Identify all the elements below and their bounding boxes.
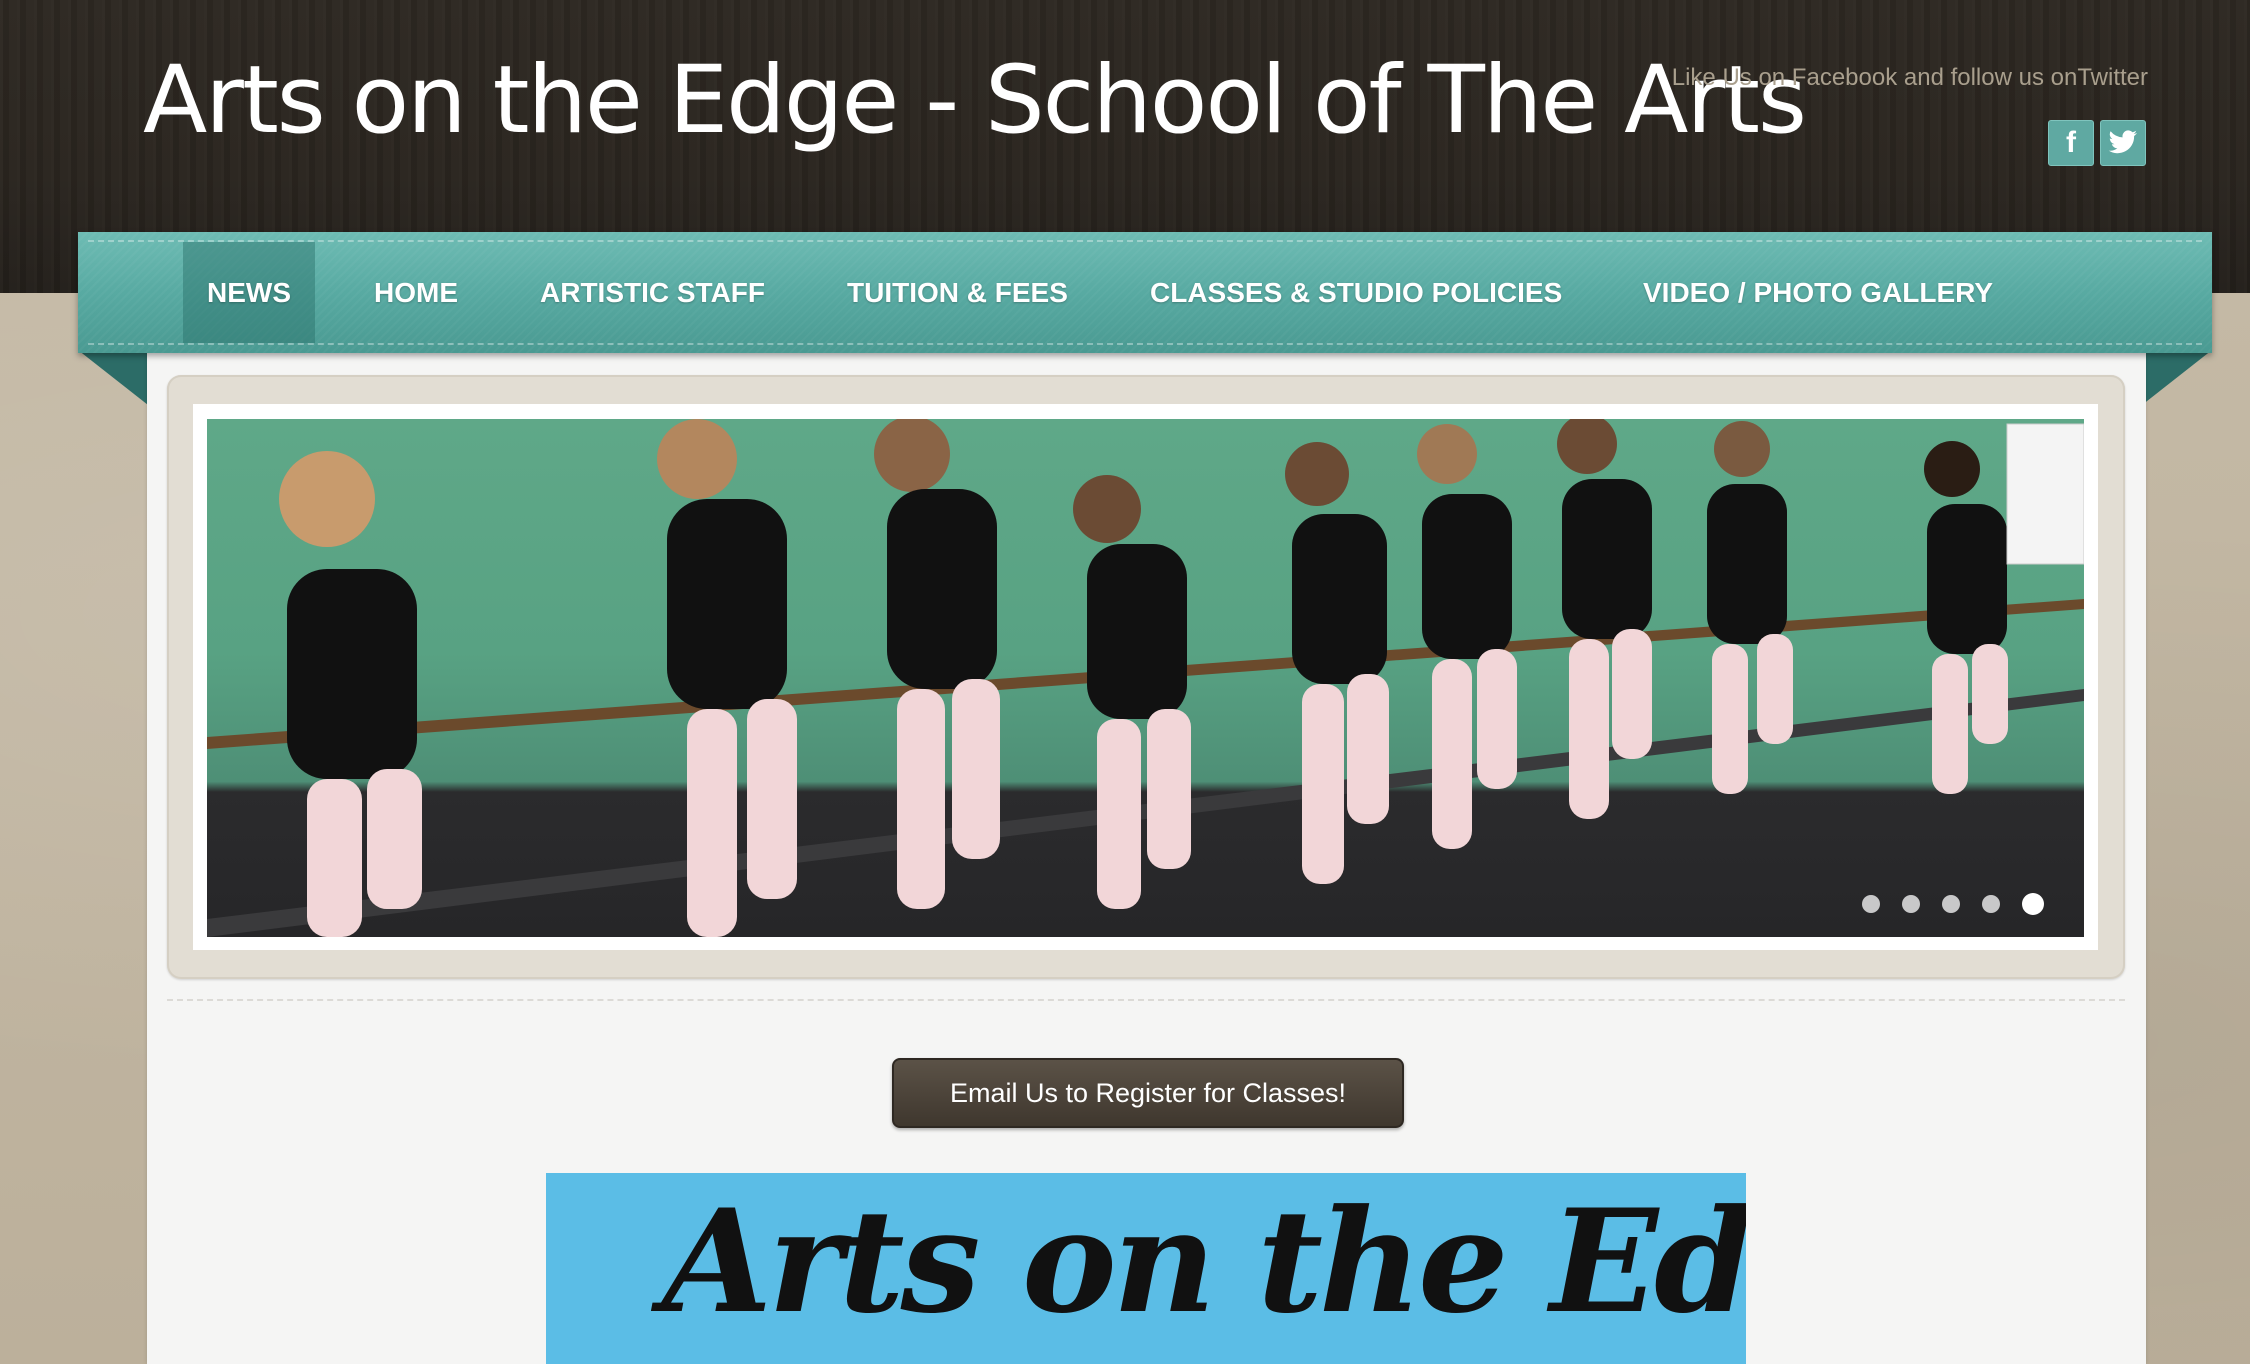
main-nav: NEWS HOME ARTISTIC STAFF TUITION & FEES … [78,232,2212,353]
nav-item-tuition-fees[interactable]: TUITION & FEES [847,232,1068,353]
social-follow-text: Like Us on Facebook and follow us onTwit… [1671,64,2148,91]
slider-dot-4[interactable] [1982,895,2000,913]
slider-dot-1[interactable] [1862,895,1880,913]
facebook-icon[interactable]: f [2048,120,2094,166]
site-title[interactable]: Arts on the Edge - School of The Arts [143,46,1807,155]
content-divider [167,999,2125,1001]
slider-dot-3[interactable] [1942,895,1960,913]
slider-dot-2[interactable] [1902,895,1920,913]
banner-script-text: Arts on the Edge [662,1179,1746,1345]
nav-ribbon-fold-right [2142,350,2212,405]
nav-item-news[interactable]: NEWS [183,242,315,343]
nav-ribbon-fold-left [78,350,148,405]
email-register-button[interactable]: Email Us to Register for Classes! [892,1058,1404,1128]
social-icons: f [2048,120,2146,166]
slider-dot-5[interactable] [2022,893,2044,915]
nav-item-artistic-staff[interactable]: ARTISTIC STAFF [540,232,765,353]
nav-item-video-photo-gallery[interactable]: VIDEO / PHOTO GALLERY [1643,232,1993,353]
twitter-icon[interactable] [2100,120,2146,166]
ballet-class-photo [207,419,2084,937]
arts-on-the-edge-banner: Arts on the Edge [546,1173,1746,1364]
slideshow-image[interactable] [207,419,2084,937]
nav-item-classes-studio-policies[interactable]: CLASSES & STUDIO POLICIES [1150,232,1562,353]
slider-pagination [1862,893,2044,915]
nav-item-home[interactable]: HOME [374,232,458,353]
